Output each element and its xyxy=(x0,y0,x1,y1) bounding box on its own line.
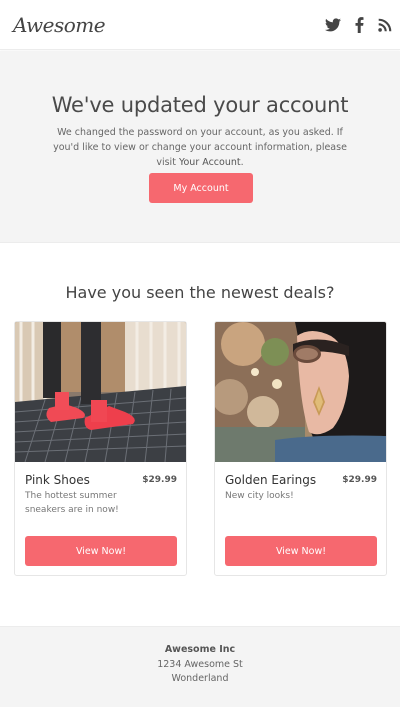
rss-icon[interactable] xyxy=(378,18,392,32)
facebook-icon[interactable] xyxy=(355,16,364,33)
product-description: The hottest summer sneakers are in now! xyxy=(25,491,119,515)
deals-title: Have you seen the newest deals? xyxy=(65,283,335,302)
footer-city: Wonderland xyxy=(171,673,229,684)
hero-message: We changed the password on your account,… xyxy=(44,125,356,170)
footer-street: 1234 Awesome St xyxy=(157,659,243,670)
my-account-button[interactable]: My Account xyxy=(149,173,253,203)
twitter-icon[interactable] xyxy=(325,17,341,32)
product-description: New city looks! xyxy=(225,491,294,501)
brand-logo[interactable]: Awesome xyxy=(13,13,106,37)
golden-earings-image[interactable] xyxy=(215,322,386,462)
product-price: $29.99 xyxy=(142,475,177,485)
product-card-golden-earings: Golden Earings $29.99 New city looks! Vi… xyxy=(214,321,387,576)
footer: Awesome Inc 1234 Awesome St Wonderland xyxy=(0,626,400,707)
account-notice-panel: We've updated your account We changed th… xyxy=(0,51,400,243)
hero-title: We've updated your account xyxy=(51,93,349,117)
footer-company: Awesome Inc xyxy=(164,644,236,655)
social-links xyxy=(325,16,392,33)
view-now-button[interactable]: View Now! xyxy=(225,536,377,566)
product-name: Golden Earings xyxy=(225,473,317,487)
view-now-button[interactable]: View Now! xyxy=(25,536,177,566)
top-header: Awesome xyxy=(0,0,400,50)
product-card-pink-shoes: Pink Shoes $29.99 The hottest summer sne… xyxy=(14,321,187,576)
pink-shoes-image[interactable] xyxy=(15,322,186,462)
hero-message-end: . xyxy=(240,157,244,168)
your-account-link[interactable]: Your Account xyxy=(179,157,241,168)
product-name: Pink Shoes xyxy=(25,473,90,487)
product-price: $29.99 xyxy=(342,475,377,485)
